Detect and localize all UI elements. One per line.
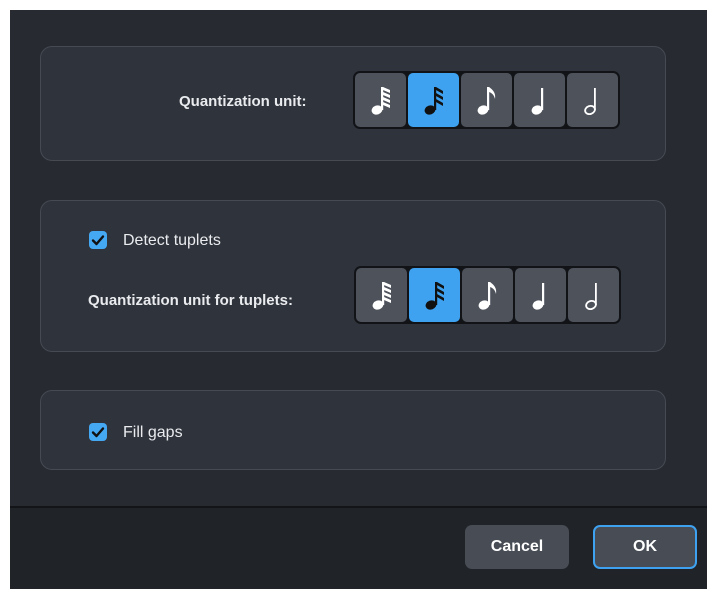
tuplet-option-32nd[interactable] [409, 268, 460, 322]
quarter-note-icon [531, 88, 543, 115]
quantization-option-half[interactable] [567, 73, 618, 127]
ok-button[interactable]: OK [593, 525, 697, 569]
thirty-second-note-icon [424, 87, 443, 115]
sixteenth-note-icon [478, 282, 496, 310]
tuplet-option-quarter[interactable] [515, 268, 566, 322]
detect-tuplets-label: Detect tuplets [123, 232, 221, 249]
quantization-option-32nd[interactable] [408, 73, 459, 127]
sixteenth-note-icon [477, 87, 495, 115]
tuplet-option-64th[interactable] [356, 268, 407, 322]
half-note-icon [584, 283, 597, 311]
fill-gaps-panel: Fill gaps [40, 390, 666, 470]
quantization-panel: Quantization unit: [40, 46, 666, 161]
quantization-option-16th[interactable] [461, 73, 512, 127]
quantization-option-quarter[interactable] [514, 73, 565, 127]
sixty-fourth-note-icon [371, 87, 390, 115]
cancel-button[interactable]: Cancel [465, 525, 569, 569]
quantize-dialog: Quantization unit: Detect tuplets Quanti… [10, 10, 707, 589]
checkmark-icon [91, 427, 105, 438]
tuplet-unit-selector [354, 266, 621, 324]
half-note-icon [583, 88, 596, 116]
detect-tuplets-checkbox[interactable] [89, 231, 107, 249]
fill-gaps-checkbox[interactable] [89, 423, 107, 441]
quarter-note-icon [532, 283, 544, 310]
thirty-second-note-icon [425, 282, 444, 310]
checkmark-icon [91, 235, 105, 246]
fill-gaps-label: Fill gaps [123, 424, 183, 441]
quantization-unit-selector [353, 71, 620, 129]
dialog-footer: Cancel OK [10, 506, 707, 589]
tuplet-unit-label: Quantization unit for tuplets: [88, 292, 293, 309]
sixty-fourth-note-icon [372, 282, 391, 310]
tuplet-option-half[interactable] [568, 268, 619, 322]
tuplets-panel: Detect tuplets Quantization unit for tup… [40, 200, 666, 352]
tuplet-option-16th[interactable] [462, 268, 513, 322]
quantization-unit-label: Quantization unit: [179, 93, 307, 110]
quantization-option-64th[interactable] [355, 73, 406, 127]
